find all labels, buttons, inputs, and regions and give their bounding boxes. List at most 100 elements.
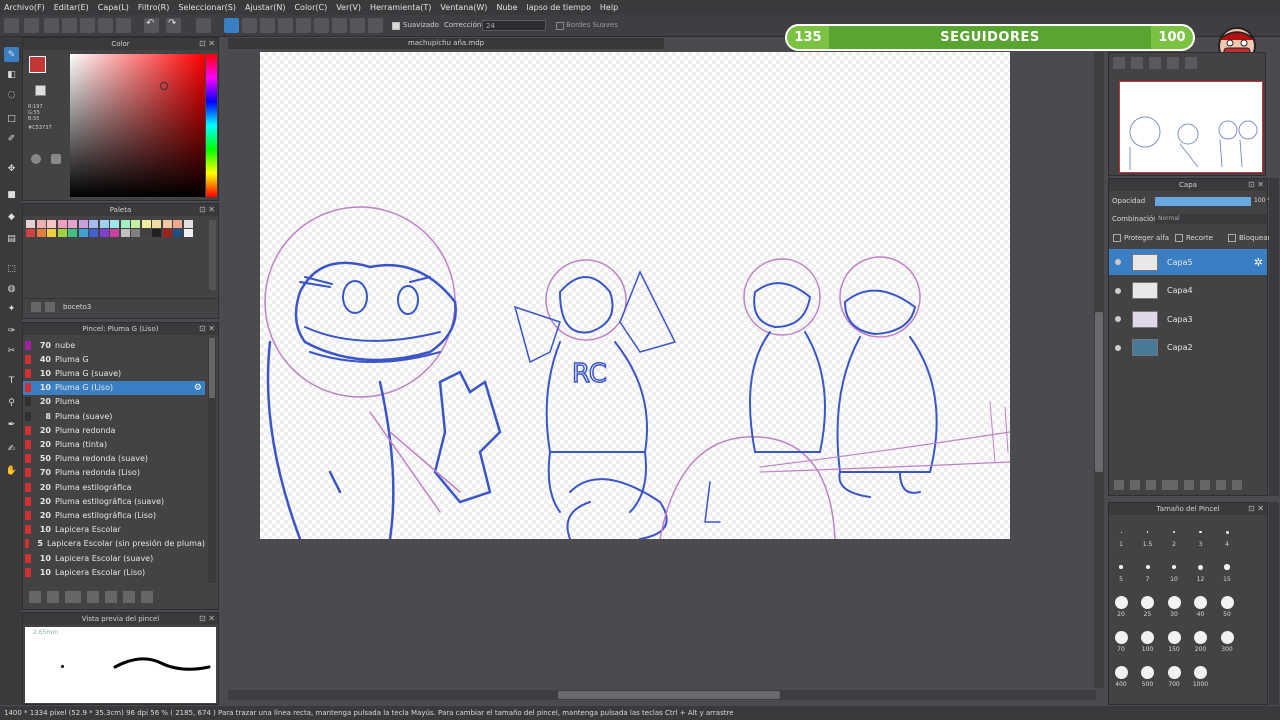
brush-size-option[interactable]: 1	[1109, 525, 1133, 548]
snap-angle-icon[interactable]	[278, 18, 293, 33]
brush-settings-icon[interactable]: ⚙	[194, 383, 202, 393]
brush-size-option[interactable]: 150	[1162, 630, 1186, 653]
palette-swatch[interactable]	[89, 220, 98, 228]
snap-parallel-icon[interactable]	[242, 18, 257, 33]
select-eraser-icon[interactable]: ✂	[4, 343, 19, 358]
operation-tool-icon[interactable]: ⚲	[4, 395, 19, 410]
brush-item[interactable]: 10 Lapicera Escolar	[23, 523, 205, 537]
hue-slider[interactable]	[206, 54, 217, 197]
new-layer-icon[interactable]	[1114, 480, 1124, 490]
menu-item[interactable]: Ventana(W)	[440, 3, 487, 12]
palette-swatch[interactable]	[78, 229, 88, 237]
wand-tool-icon[interactable]: ✦	[4, 301, 19, 316]
navigator-preview[interactable]	[1119, 81, 1263, 173]
document-tab[interactable]: machupichu aña.mdp	[228, 38, 664, 49]
redo-icon[interactable]: ↷	[166, 18, 181, 33]
zoom-reset-icon[interactable]	[1167, 57, 1179, 69]
menu-item[interactable]: Archivo(F)	[4, 3, 45, 12]
delete-layer-icon[interactable]	[1232, 480, 1242, 490]
protect-alpha-checkbox[interactable]	[1113, 234, 1121, 242]
palette-swatch[interactable]	[68, 220, 77, 228]
merge-icon[interactable]	[1200, 480, 1210, 490]
canvas-h-scrollbar[interactable]	[228, 690, 1096, 700]
brush-tool-icon[interactable]: ✎	[4, 47, 19, 62]
brush-item[interactable]: 20 Pluma (tinta)	[23, 437, 205, 451]
palette-swatch[interactable]	[26, 220, 35, 228]
menu-item[interactable]: Filtro(R)	[138, 3, 169, 12]
fill-shape-icon[interactable]: ■	[4, 187, 19, 202]
palette-add-icon[interactable]	[45, 301, 55, 312]
brush-item[interactable]: 20 Pluma	[23, 395, 205, 409]
visibility-eye-icon[interactable]	[1115, 259, 1121, 265]
saturation-value-square[interactable]	[70, 54, 205, 197]
suavizado-checkbox[interactable]	[392, 22, 400, 30]
brush-size-option[interactable]: 500	[1136, 665, 1160, 688]
folder-icon[interactable]	[1184, 480, 1194, 490]
brush-size-option[interactable]: 1.5	[1136, 525, 1160, 548]
brush-item[interactable]: 20 Pluma redonda	[23, 423, 205, 437]
palette-swatch[interactable]	[152, 229, 161, 237]
snap-grid-icon[interactable]	[260, 18, 275, 33]
eyedropper-icon[interactable]	[31, 154, 41, 164]
palette-scrollbar[interactable]	[209, 220, 216, 290]
drawing-canvas[interactable]: RC	[260, 52, 1010, 539]
palette-swatch[interactable]	[183, 220, 193, 228]
menu-item[interactable]: Capa(L)	[98, 3, 129, 12]
palette-swatch[interactable]	[99, 229, 109, 237]
palette-swatch[interactable]	[141, 229, 151, 237]
bordes-checkbox[interactable]	[556, 22, 564, 30]
palette-swatch[interactable]	[131, 220, 140, 228]
save-icon[interactable]	[62, 18, 77, 33]
palette-swatch[interactable]	[173, 229, 182, 237]
menu-item[interactable]: lapso de tiempo	[527, 3, 591, 12]
new-file-icon[interactable]	[4, 18, 19, 33]
lasso-tool-icon[interactable]: ◍	[4, 281, 19, 296]
menu-item[interactable]: Nube	[496, 3, 517, 12]
brush-item[interactable]: 5 Lapicera Escolar (sin presión de pluma)	[23, 537, 205, 551]
move-tool-icon[interactable]: ✥	[4, 161, 19, 176]
layer-row[interactable]: Capa3	[1109, 306, 1267, 332]
menu-item[interactable]: Editar(E)	[54, 3, 89, 12]
zoom-in-icon[interactable]	[1113, 57, 1125, 69]
brush-size-option[interactable]: 700	[1162, 665, 1186, 688]
brush-trash-icon[interactable]	[141, 591, 153, 603]
brush-size-option[interactable]: 20	[1109, 595, 1133, 618]
palette-swatch[interactable]	[57, 229, 67, 237]
brush-size-option[interactable]: 50	[1215, 595, 1239, 618]
brush-item[interactable]: 70 Pluma redonda (Liso)	[23, 466, 205, 480]
palette-icon[interactable]	[31, 301, 41, 312]
brush-size-option[interactable]: 2	[1162, 525, 1186, 548]
brush-size-option[interactable]: 25	[1136, 595, 1160, 618]
snap-settings-icon[interactable]	[368, 18, 383, 33]
snap-circle-icon[interactable]	[350, 18, 365, 33]
palette-swatch[interactable]	[26, 229, 35, 237]
bucket-tool-icon[interactable]: ◆	[4, 209, 19, 224]
brush-size-option[interactable]: 10	[1162, 560, 1186, 583]
layer-row[interactable]: Capa2	[1109, 335, 1267, 361]
opacity-slider[interactable]	[1155, 197, 1251, 206]
brush-duplicate-icon[interactable]	[123, 591, 135, 603]
brush-item[interactable]: 10 Pluma G (suave)	[23, 366, 205, 380]
cloud-icon[interactable]	[44, 18, 59, 33]
brush-new-icon[interactable]	[47, 591, 59, 603]
text-tool-icon[interactable]: T	[4, 373, 19, 388]
palette-swatch[interactable]	[152, 220, 161, 228]
brush-item[interactable]: 50 Pluma redonda (suave)	[23, 452, 205, 466]
layer-settings-icon[interactable]: ✲	[1254, 256, 1263, 269]
palette-swatch[interactable]	[36, 220, 46, 228]
brush-menu-icon[interactable]	[65, 591, 81, 603]
palette-swatch[interactable]	[57, 220, 67, 228]
primary-color-swatch[interactable]	[29, 56, 46, 73]
visibility-eye-icon[interactable]	[1115, 287, 1121, 294]
zoom-out-icon[interactable]	[1131, 57, 1143, 69]
layer-row[interactable]: Capa5 ✲	[1109, 249, 1267, 275]
palette-swatches[interactable]	[26, 220, 206, 248]
brush-folder-icon[interactable]	[105, 591, 117, 603]
visibility-eye-icon[interactable]	[1115, 316, 1121, 322]
copy-layer-icon[interactable]	[1146, 480, 1156, 490]
brush-item[interactable]: 70 nube	[23, 338, 205, 352]
brush-size-option[interactable]: 30	[1162, 595, 1186, 618]
select-tool-icon[interactable]: ⬚	[4, 261, 19, 276]
palette-swatch[interactable]	[47, 220, 56, 228]
menu-item[interactable]: Seleccionar(S)	[178, 3, 236, 12]
